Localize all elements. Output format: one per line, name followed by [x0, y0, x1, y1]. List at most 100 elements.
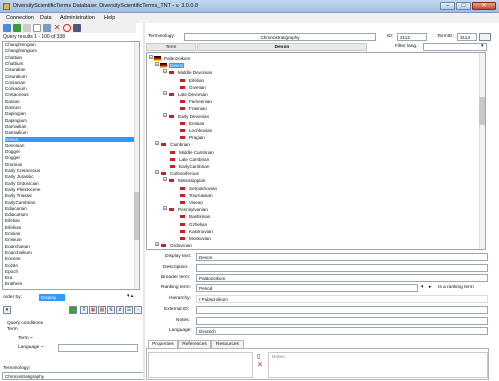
tree-scroll-thumb[interactable] — [479, 97, 485, 125]
result-list-item[interactable]: Changhsingian — [5, 42, 135, 47]
tree-node[interactable]: − Carboniferous — [155, 170, 200, 177]
property-notes-area[interactable]: Notes: — [268, 352, 488, 378]
tree-node[interactable]: − Middle Devonian — [163, 69, 213, 76]
result-list-item[interactable]: Chattium — [5, 61, 135, 66]
collapse-icon[interactable]: − — [155, 170, 159, 175]
description-field[interactable] — [196, 264, 488, 272]
result-list-item[interactable]: Early Pleistocene — [5, 187, 135, 192]
result-list-item[interactable]: Darriwilian — [5, 124, 135, 129]
query-sort-button[interactable]: ⇵ — [116, 306, 124, 314]
language-field[interactable]: Deutsch — [196, 327, 488, 335]
result-list-item[interactable]: Cretaceous — [5, 92, 135, 97]
tree-node[interactable]: Tournaisian — [173, 192, 214, 199]
tab-resources[interactable]: Resources — [211, 340, 244, 348]
tree-node[interactable]: − Cambrian — [155, 141, 191, 148]
tree-scrollbar[interactable] — [479, 53, 485, 249]
display-text-field[interactable]: Devon — [196, 253, 488, 261]
tree-node[interactable]: Bashkirian — [173, 213, 211, 220]
result-list-item[interactable]: Early Ordovician — [5, 181, 135, 186]
tree-node[interactable]: Eifelian — [173, 77, 205, 84]
terminology-bottom-combo[interactable]: Chronostratigraphy — [2, 372, 144, 380]
result-list-item[interactable]: Eozän — [5, 263, 135, 268]
tree-node[interactable]: − Late Devonian — [163, 91, 209, 98]
query-all-button[interactable]: ⊽ — [80, 306, 88, 314]
tree-node[interactable]: Late Cambrian — [163, 156, 210, 163]
delete-property-icon[interactable]: ✕ — [257, 361, 263, 369]
result-list-item[interactable]: Coniacium — [5, 86, 135, 91]
collapse-icon[interactable]: − — [163, 206, 167, 211]
result-list-item[interactable]: Emsium — [5, 237, 135, 242]
tab-references[interactable]: References — [178, 340, 211, 348]
order-by-dropdown-icon[interactable]: ▾ ▴ — [127, 294, 133, 299]
tree-node[interactable]: Middle Cambrian — [163, 149, 215, 156]
menu-connection[interactable]: Connection — [6, 15, 34, 21]
result-list-item[interactable]: Dapingium — [5, 118, 135, 123]
results-scroll-thumb[interactable] — [134, 192, 139, 240]
ranking-term-field[interactable]: Period — [196, 284, 418, 292]
new-icon[interactable] — [33, 24, 41, 32]
result-list-item[interactable]: Coniacian — [5, 80, 135, 85]
tree-node[interactable]: Givetian — [173, 84, 207, 91]
new-property-icon[interactable]: ▯ — [257, 353, 260, 360]
result-list-item[interactable]: Era — [5, 275, 135, 280]
menu-administration[interactable]: Administration — [60, 15, 95, 21]
tree-node[interactable]: Moskovian — [173, 235, 212, 242]
tree-node[interactable]: Lochkovian — [173, 127, 213, 134]
undo-icon[interactable] — [23, 24, 31, 32]
result-list-item[interactable]: Dogger — [5, 155, 135, 160]
minimize-button[interactable]: – — [440, 2, 455, 10]
query-max-button[interactable]: ▣ — [89, 306, 97, 314]
result-list-item[interactable]: Erathem — [5, 281, 135, 286]
ranking-term-dropdown-icon[interactable]: ▾ — [421, 285, 423, 290]
tree-node[interactable]: EarlyCambrian — [163, 163, 210, 170]
notes-field[interactable] — [196, 317, 488, 325]
tree-node[interactable]: − Mississippian — [163, 177, 206, 184]
tree-node[interactable]: Frasnian — [173, 105, 208, 112]
result-list-item[interactable]: Eifelium — [5, 225, 135, 230]
open-query-icon[interactable] — [3, 24, 11, 32]
result-list-item[interactable]: Ediacarium — [5, 212, 135, 217]
panel-splitter[interactable] — [143, 23, 145, 381]
tree-node[interactable]: Kasimovian — [173, 228, 214, 235]
result-list-item[interactable]: Early Cretaceous — [5, 168, 135, 173]
result-list-item[interactable]: Devonian — [5, 143, 135, 148]
tree-node[interactable]: Gzhelian — [173, 221, 208, 228]
tree-node[interactable]: − Early Devonian — [163, 112, 210, 120]
result-list-item[interactable]: Dogger — [5, 149, 135, 154]
result-list-item[interactable]: Early Jurassic — [5, 174, 135, 179]
term-hierarchy-tree[interactable]: − Paläozoikum − Devon − Middle Devonian Eifeli… — [146, 52, 486, 250]
result-list-item[interactable]: Darriwilium — [5, 130, 135, 135]
language-condition-combo[interactable] — [58, 344, 138, 352]
result-list-item[interactable]: Early Triassic — [5, 193, 135, 198]
search-icon[interactable] — [13, 24, 21, 32]
tree-node[interactable]: Visean — [173, 199, 204, 206]
result-list-item[interactable]: EarlyCambrian — [5, 200, 135, 205]
broader-term-field[interactable]: Paläozoikum — [196, 274, 488, 282]
order-by-field[interactable]: Display Text — [39, 294, 65, 307]
result-list-item[interactable]: Cisuralian — [5, 67, 135, 72]
result-list-item[interactable]: Eocene — [5, 256, 135, 261]
language-condition-label[interactable]: Language ~ — [18, 345, 43, 350]
collapse-icon[interactable]: − — [163, 91, 167, 96]
close-button[interactable]: ✕ — [472, 2, 496, 10]
query-save-button[interactable]: ▦ — [98, 306, 106, 314]
result-list-item[interactable]: Danium — [5, 105, 135, 110]
result-list-item[interactable]: Eoarchaikum — [5, 250, 135, 255]
result-list-item[interactable]: Eifelian — [5, 218, 135, 223]
query-load-button[interactable]: ⇅ — [107, 306, 115, 314]
terminology-field[interactable]: Chronostratigraphy — [184, 33, 376, 41]
properties-list[interactable] — [148, 352, 253, 378]
tree-node[interactable]: Famennian — [173, 98, 213, 105]
collapse-icon[interactable]: − — [163, 69, 167, 74]
tree-node[interactable]: − Pennsylvanian — [163, 206, 209, 213]
table-icon[interactable] — [73, 24, 81, 32]
tree-node[interactable]: Serpukhovian — [173, 185, 218, 192]
query-run-button[interactable]: → — [69, 306, 77, 314]
menu-help[interactable]: Help — [104, 15, 115, 21]
header-action-button[interactable] — [479, 33, 491, 41]
result-list-item[interactable]: Changhsingium — [5, 48, 135, 53]
filter-dropdown-button[interactable]: ▾ — [3, 306, 11, 314]
result-list-item[interactable]: Emsian — [5, 231, 135, 236]
collapse-icon[interactable]: − — [163, 112, 167, 117]
result-list-item[interactable]: Epoch — [5, 269, 135, 274]
